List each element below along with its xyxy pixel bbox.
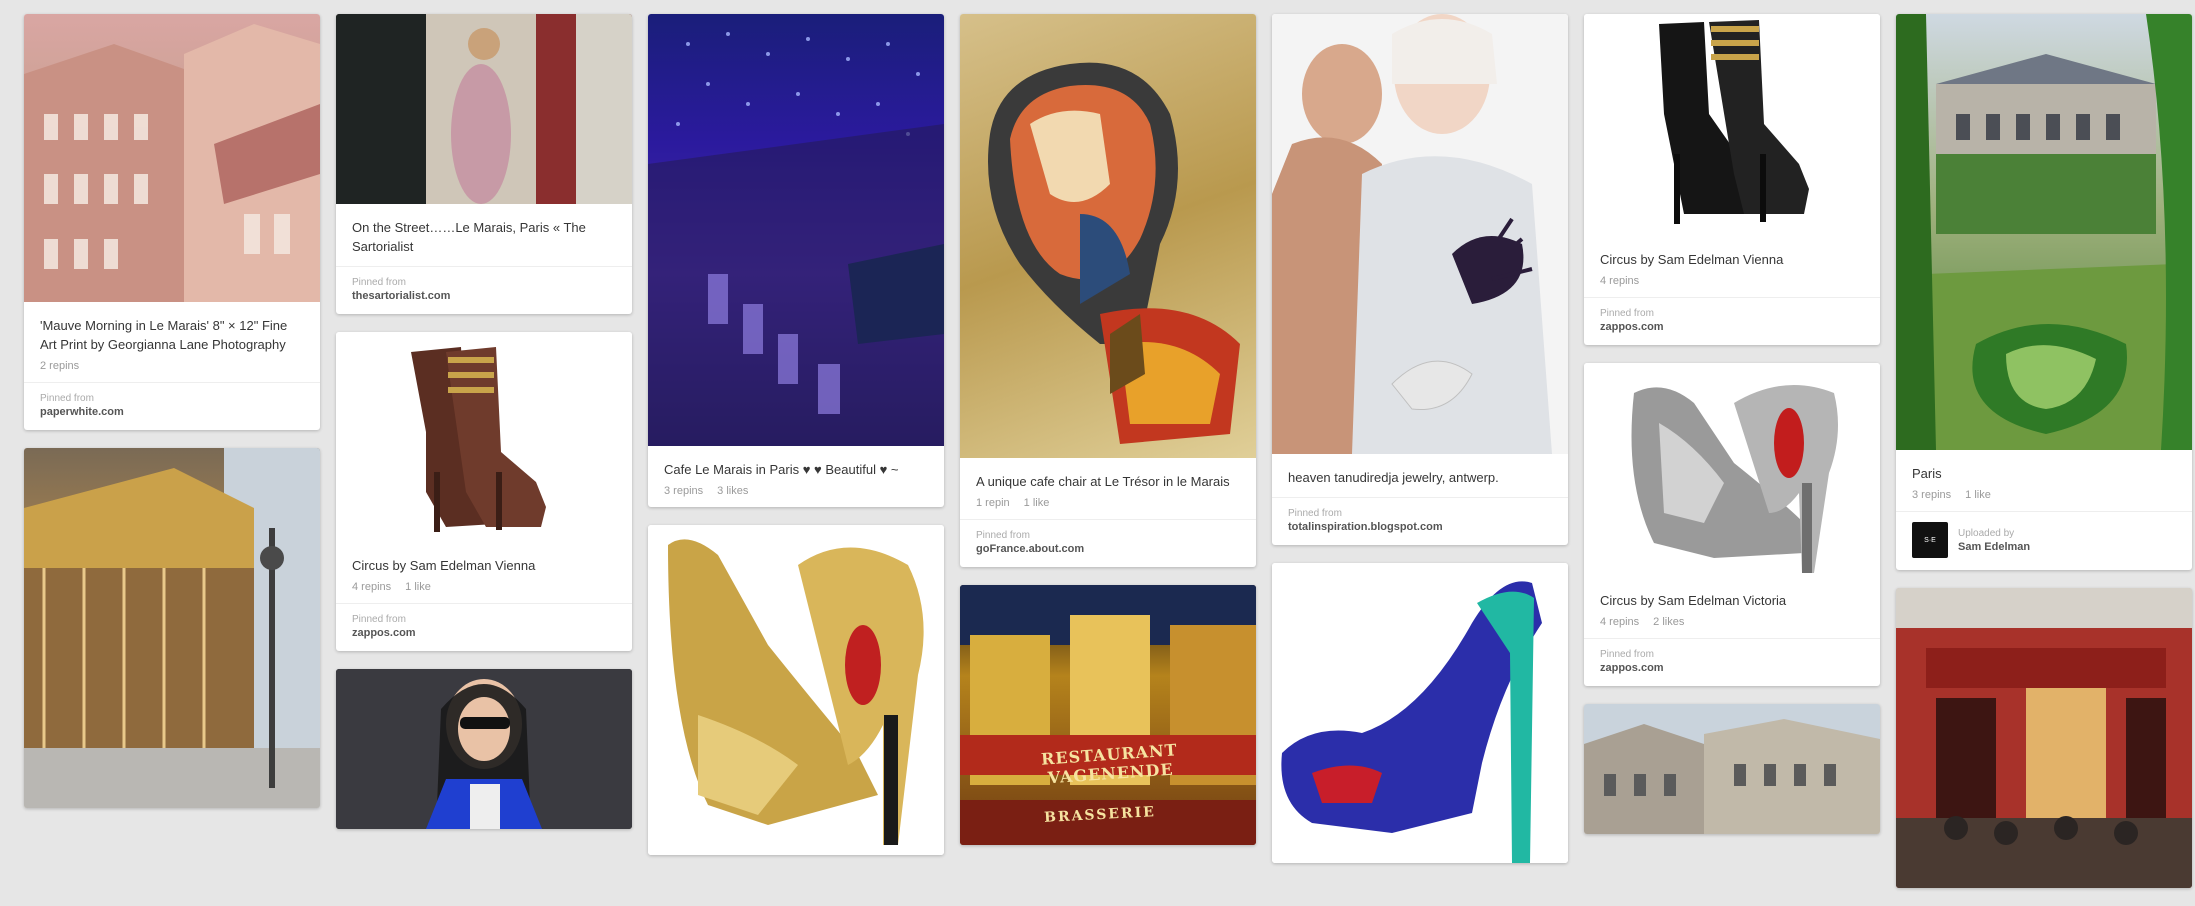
pin-column: Circus by Sam Edelman Vienna 4 repins Pi… — [1584, 14, 1880, 852]
pin-image[interactable] — [336, 669, 632, 829]
source-host[interactable]: zappos.com — [1600, 662, 1864, 674]
pin-column: 'Mauve Morning in Le Marais' 8" × 12" Fi… — [24, 14, 320, 826]
pin-card[interactable] — [648, 525, 944, 855]
pinned-from-label: Pinned from — [40, 393, 94, 404]
source-host[interactable]: zappos.com — [352, 627, 616, 639]
pin-image[interactable] — [960, 14, 1256, 458]
source-host[interactable]: totalinspiration.blogspot.com — [1288, 521, 1552, 533]
pin-stats: 4 repins — [1600, 275, 1640, 287]
pin-card[interactable]: Circus by Sam Edelman Vienna 4 repins 1 l… — [336, 332, 632, 651]
pin-source[interactable]: Pinned from goFrance.about.com — [960, 519, 1256, 567]
pin-image[interactable] — [1584, 363, 1880, 577]
uploader-avatar[interactable]: S·E — [1912, 522, 1948, 558]
pin-card[interactable] — [1272, 563, 1568, 863]
pinned-from-label: Pinned from — [1600, 308, 1654, 319]
pinned-from-label: Pinned from — [352, 614, 406, 625]
pin-image[interactable] — [648, 14, 944, 446]
pin-stats: 4 repins 2 likes — [1600, 616, 1685, 628]
pin-source[interactable]: Pinned from thesartorialist.com — [336, 266, 632, 314]
pin-title: heaven tanudiredja jewelry, antwerp. — [1288, 470, 1499, 485]
pin-title: On the Street……Le Marais, Paris « The Sa… — [352, 220, 586, 254]
pin-card[interactable] — [24, 448, 320, 808]
uploader-name[interactable]: Sam Edelman — [1958, 541, 2030, 553]
pin-column: A unique cafe chair at Le Trésor in le M… — [960, 14, 1256, 863]
pin-stats: 2 repins — [40, 360, 80, 372]
pin-source[interactable]: Pinned from totalinspiration.blogspot.co… — [1272, 497, 1568, 545]
source-host[interactable]: paperwhite.com — [40, 406, 304, 418]
pin-title: Circus by Sam Edelman Vienna — [1600, 252, 1784, 267]
pin-stats: 1 repin 1 like — [976, 497, 1050, 509]
pin-stats: 3 repins 3 likes — [664, 485, 749, 497]
pin-image[interactable] — [1584, 704, 1880, 834]
pinned-from-label: Pinned from — [352, 277, 406, 288]
pin-card[interactable]: Paris 3 repins 1 like S·E Uploaded by Sam… — [1896, 14, 2192, 570]
uploaded-by-label: Uploaded by — [1958, 527, 2015, 539]
pin-title: 'Mauve Morning in Le Marais' 8" × 12" Fi… — [40, 318, 288, 352]
pin-column: heaven tanudiredja jewelry, antwerp. Pin… — [1272, 14, 1568, 881]
pin-image[interactable] — [336, 332, 632, 542]
pin-card[interactable] — [1584, 704, 1880, 834]
source-host[interactable]: zappos.com — [1600, 321, 1864, 333]
pin-image[interactable] — [1896, 588, 2192, 888]
pin-card[interactable]: On the Street……Le Marais, Paris « The Sa… — [336, 14, 632, 314]
pin-source[interactable]: Pinned from zappos.com — [1584, 638, 1880, 686]
pin-card[interactable]: heaven tanudiredja jewelry, antwerp. Pin… — [1272, 14, 1568, 545]
pin-source[interactable]: Pinned from paperwhite.com — [24, 382, 320, 430]
pin-column: Paris 3 repins 1 like S·E Uploaded by Sam… — [1896, 14, 2192, 906]
pinned-from-label: Pinned from — [976, 530, 1030, 541]
pin-title: Cafe Le Marais in Paris ♥ ♥ Beautiful ♥ … — [664, 462, 899, 477]
pin-title: Circus by Sam Edelman Victoria — [1600, 593, 1787, 608]
pin-image[interactable] — [24, 448, 320, 808]
pin-image[interactable] — [1896, 14, 2192, 450]
pin-title: Paris — [1912, 466, 1942, 481]
pin-image[interactable] — [1272, 14, 1568, 454]
pin-image[interactable] — [648, 525, 944, 855]
pin-card[interactable]: 'Mauve Morning in Le Marais' 8" × 12" Fi… — [24, 14, 320, 430]
pin-image[interactable] — [336, 14, 632, 204]
source-host[interactable]: thesartorialist.com — [352, 290, 616, 302]
pin-column: Cafe Le Marais in Paris ♥ ♥ Beautiful ♥ … — [648, 14, 944, 873]
pin-card[interactable] — [1896, 588, 2192, 888]
pin-image[interactable] — [1584, 14, 1880, 236]
source-host[interactable]: goFrance.about.com — [976, 543, 1240, 555]
pin-card[interactable]: A unique cafe chair at Le Trésor in le M… — [960, 14, 1256, 567]
pin-image[interactable] — [24, 14, 320, 302]
pin-card[interactable]: Circus by Sam Edelman Victoria 4 repins 2… — [1584, 363, 1880, 686]
pin-image[interactable] — [1272, 563, 1568, 863]
pin-card[interactable]: Cafe Le Marais in Paris ♥ ♥ Beautiful ♥ … — [648, 14, 944, 507]
pin-stats: 3 repins 1 like — [1912, 489, 1991, 501]
pin-image[interactable]: RESTAURANT VAGENENDE BRASSERIE — [960, 585, 1256, 845]
pin-card[interactable]: RESTAURANT VAGENENDE BRASSERIE — [960, 585, 1256, 845]
pinned-from-label: Pinned from — [1600, 649, 1654, 660]
pin-title: A unique cafe chair at Le Trésor in le M… — [976, 474, 1230, 489]
uploader-row[interactable]: S·E Uploaded by Sam Edelman — [1896, 511, 2192, 570]
pin-source[interactable]: Pinned from zappos.com — [1584, 297, 1880, 345]
pin-stats: 4 repins 1 like — [352, 581, 431, 593]
pinned-from-label: Pinned from — [1288, 508, 1342, 519]
pin-board: 'Mauve Morning in Le Marais' 8" × 12" Fi… — [0, 0, 2195, 888]
pin-card[interactable]: Circus by Sam Edelman Vienna 4 repins Pi… — [1584, 14, 1880, 345]
pin-column: On the Street……Le Marais, Paris « The Sa… — [336, 14, 632, 847]
pin-title: Circus by Sam Edelman Vienna — [352, 558, 536, 573]
pin-source[interactable]: Pinned from zappos.com — [336, 603, 632, 651]
pin-card[interactable] — [336, 669, 632, 829]
